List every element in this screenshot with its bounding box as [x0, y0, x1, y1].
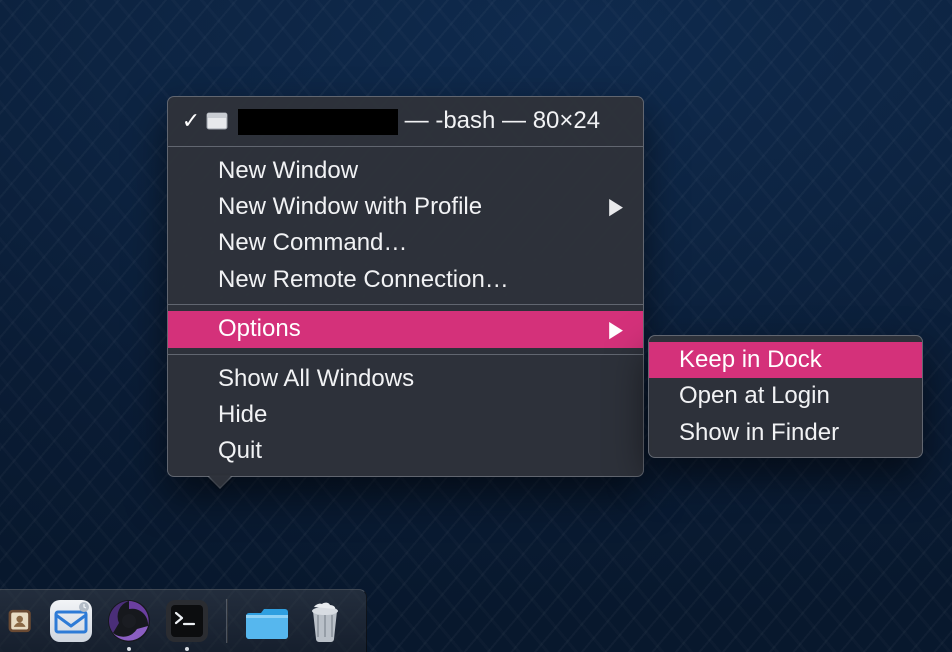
- menu-item-label: Open at Login: [679, 383, 902, 409]
- menu-item-new-remote-connection[interactable]: New Remote Connection…: [168, 262, 643, 298]
- downloads-folder-icon[interactable]: [244, 598, 290, 644]
- menu-window-entry[interactable]: ✓ — -bash — 80×24: [168, 103, 643, 140]
- submenu-item-open-at-login[interactable]: Open at Login: [649, 378, 922, 414]
- menu-item-label: New Remote Connection…: [218, 267, 623, 293]
- mail-app-icon[interactable]: [48, 598, 94, 644]
- menu-separator: [168, 304, 643, 305]
- window-icon: [206, 112, 228, 130]
- menu-item-label: New Command…: [218, 230, 623, 256]
- redacted-text: [238, 109, 398, 135]
- dock-context-menu: ✓ — -bash — 80×24 New Window New Window …: [167, 96, 644, 477]
- menu-item-new-window-profile[interactable]: New Window with Profile ▶: [168, 189, 643, 225]
- dock: [0, 586, 382, 652]
- menu-item-label: New Window: [218, 158, 623, 184]
- menu-separator: [168, 146, 643, 147]
- menu-item-new-window[interactable]: New Window: [168, 153, 643, 189]
- menu-item-label: Show All Windows: [218, 366, 623, 392]
- options-submenu: Keep in Dock Open at Login Show in Finde…: [648, 335, 923, 458]
- menu-item-label: Keep in Dock: [679, 347, 902, 373]
- trash-icon[interactable]: [302, 598, 348, 644]
- dock-surface: [0, 589, 367, 652]
- menu-item-label: Quit: [218, 438, 623, 464]
- menu-item-label: Show in Finder: [679, 420, 902, 446]
- menu-item-label: Options: [218, 316, 609, 342]
- browser-app-icon[interactable]: [106, 598, 152, 644]
- checkmark-icon: ✓: [180, 109, 202, 133]
- contacts-app-icon[interactable]: [6, 598, 36, 644]
- menu-item-new-command[interactable]: New Command…: [168, 225, 643, 261]
- menu-item-label: New Window with Profile: [218, 194, 609, 220]
- submenu-chevron-icon: ▶: [609, 195, 623, 220]
- dock-separator: [226, 599, 228, 643]
- running-indicator: [185, 647, 189, 651]
- menu-item-hide[interactable]: Hide: [168, 397, 643, 433]
- submenu-item-keep-in-dock[interactable]: Keep in Dock: [649, 342, 922, 378]
- window-title: — -bash — 80×24: [238, 108, 623, 135]
- menu-item-show-all-windows[interactable]: Show All Windows: [168, 361, 643, 397]
- terminal-app-icon[interactable]: [164, 598, 210, 644]
- running-indicator: [127, 647, 131, 651]
- menu-item-label: Hide: [218, 402, 623, 428]
- menu-item-options[interactable]: Options ▶: [168, 311, 643, 347]
- submenu-item-show-in-finder[interactable]: Show in Finder: [649, 415, 922, 451]
- submenu-chevron-icon: ▶: [609, 317, 623, 342]
- menu-separator: [168, 354, 643, 355]
- menu-item-quit[interactable]: Quit: [168, 433, 643, 469]
